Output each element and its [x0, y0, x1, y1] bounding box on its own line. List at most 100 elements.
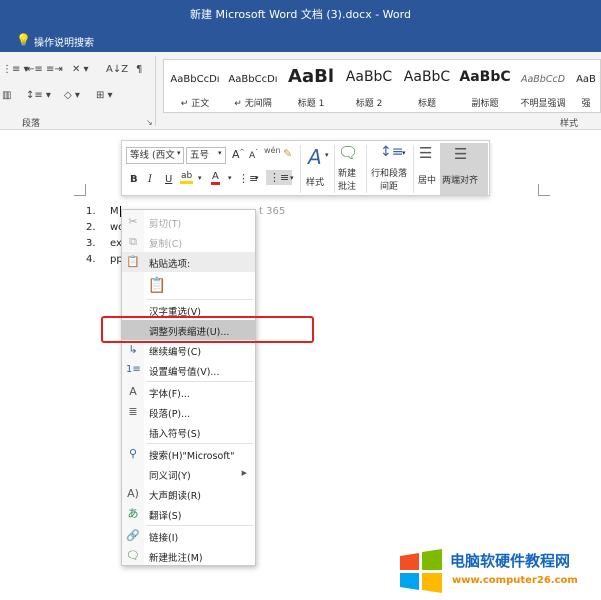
style-name: ↵ 无间隔	[234, 99, 272, 109]
list-number: 4.	[86, 254, 96, 265]
comment-icon: 🗨	[126, 549, 140, 562]
menu-item-synonyms[interactable]: 同义词(Y) ▶	[122, 464, 255, 484]
lightbulb-icon: 💡	[16, 33, 31, 47]
menu-item-insert-symbol[interactable]: 插入符号(S)	[122, 422, 255, 442]
grow-font-icon[interactable]: A^	[232, 148, 245, 161]
styles-group-label: 样式	[560, 119, 579, 129]
list-item[interactable]: 1.M​	[86, 206, 121, 222]
menu-item-continue-numbering[interactable]: ↳ 继续编号(C)	[122, 340, 255, 360]
menu-item-cut[interactable]: ✂ 剪切(T)	[122, 212, 255, 232]
center-align-icon[interactable]: ☰	[419, 144, 432, 162]
menu-item-paragraph[interactable]: ≣ 段落(P)...	[122, 402, 255, 422]
title-bar: 新建 Microsoft Word 文档 (3).docx - Word	[0, 0, 601, 30]
list-text: M	[110, 206, 119, 217]
menu-item-read-aloud[interactable]: A) 大声朗读(R)	[122, 484, 255, 504]
chevron-down-icon[interactable]: ▾	[290, 174, 294, 182]
menu-item-label: 插入符号(S)	[149, 429, 201, 440]
font-name-select[interactable]: 等线 (西文	[126, 147, 184, 164]
line-spacing-icon[interactable]: ↕≡ ▾	[26, 90, 51, 101]
styles-button-label[interactable]: 样式	[306, 175, 324, 188]
style-name: 标题 2	[355, 99, 383, 109]
italic-button[interactable]: I	[148, 174, 152, 185]
menu-item-label: 段落(P)...	[149, 409, 191, 420]
menu-item-translate[interactable]: あ 翻译(S)	[122, 504, 255, 524]
justify-button[interactable]: ☰ 两端对齐	[440, 143, 488, 195]
chevron-down-icon[interactable]: ▾	[402, 149, 406, 157]
list-item[interactable]: 4. pp	[86, 254, 123, 270]
line-spacing-label[interactable]: 间距	[380, 179, 398, 192]
clipboard-icon: 📋	[126, 255, 140, 268]
increase-indent-icon[interactable]: ≡⇥	[46, 64, 63, 75]
new-comment-label[interactable]: 新建	[338, 166, 356, 179]
menu-item-label: 设置编号值(V)...	[149, 367, 220, 378]
font-color-button[interactable]: A	[211, 171, 220, 185]
show-marks-icon[interactable]: ¶	[136, 64, 142, 75]
menu-item-label: 继续编号(C)	[149, 347, 202, 358]
style-no-spacing[interactable]: AaBbCcDı ↵ 无间隔	[224, 60, 282, 112]
window-title: 新建 Microsoft Word 文档 (3).docx - Word	[190, 8, 411, 21]
style-normal[interactable]: AaBbCcDı ↵ 正文	[166, 60, 224, 112]
shading-icon[interactable]: ◇ ▾	[64, 90, 80, 101]
style-heading-2[interactable]: AaBbC 标题 2	[340, 60, 398, 112]
ribbon-separator	[155, 56, 156, 126]
menu-item-new-comment[interactable]: 🗨 新建批注(M)	[122, 546, 255, 566]
style-sample: AaBl	[288, 66, 334, 87]
menu-item-label: 同义词(Y)	[149, 471, 191, 482]
style-name: 标题 1	[297, 99, 325, 109]
phonetic-guide-icon[interactable]: wén	[264, 146, 281, 155]
menu-item-search[interactable]: ⚲ 搜索(H)"Microsoft"	[122, 444, 255, 464]
chevron-down-icon[interactable]: ▾	[228, 174, 232, 182]
submenu-arrow-icon: ▶	[241, 469, 247, 477]
watermark: 电脑软硬件教程网 www.computer26.com	[398, 548, 598, 594]
paragraph-dialog-launcher-icon[interactable]: ↘	[146, 118, 153, 127]
paragraph-group-label: 段落	[22, 119, 41, 129]
new-comment-label[interactable]: 批注	[338, 179, 356, 192]
menu-item-link[interactable]: 🔗 链接(I)	[122, 526, 255, 546]
chevron-down-icon[interactable]: ▾	[325, 151, 329, 159]
style-subtle-emphasis[interactable]: AaBbCcD 不明显强调	[514, 60, 572, 112]
mini-toolbar: 等线 (西文 ▾ 五号 ▾ A^ Aˇ wén ✎ B I U ab ▾ A ▾…	[121, 140, 490, 196]
menu-item-copy[interactable]: ⧉ 复制(C)	[122, 232, 255, 252]
style-heading-1[interactable]: AaBl 标题 1	[282, 60, 340, 112]
numbering-icon[interactable]: ⋮≡	[266, 170, 293, 185]
shrink-font-icon[interactable]: Aˇ	[249, 149, 258, 161]
search-icon: ⚲	[128, 447, 138, 460]
highlight-button[interactable]: ab	[180, 171, 194, 184]
chevron-down-icon[interactable]: ▾	[177, 149, 181, 157]
menu-item-label: 复制(C)	[149, 239, 183, 250]
menu-item-label: 新建批注(M)	[149, 553, 203, 564]
list-item[interactable]: 2. wo	[86, 222, 124, 238]
decrease-indent-icon[interactable]: ⇤≡	[26, 64, 43, 75]
center-align-label[interactable]: 居中	[418, 173, 436, 186]
menu-item-set-numbering-value[interactable]: 1≡ 设置编号值(V)...	[122, 360, 255, 380]
underline-button[interactable]: U	[165, 174, 172, 185]
bold-button[interactable]: B	[130, 174, 138, 185]
toolbar-separator	[413, 145, 414, 193]
distributed-align-icon[interactable]: ▥	[2, 90, 11, 101]
sort-icon[interactable]: A↓Z	[106, 64, 128, 75]
menu-header-paste-options: 📋 粘贴选项:	[122, 252, 255, 272]
new-comment-icon[interactable]: 🗨	[338, 143, 358, 162]
ribbon: ⋮≡ ▾ ⇤≡ ≡⇥ ✕ ▾ A↓Z ¶ ▥ ↕≡ ▾ ◇ ▾ ⊞ ▾ 段落 ↘…	[0, 52, 601, 130]
style-strong[interactable]: AaB 强	[572, 60, 600, 112]
chevron-down-icon[interactable]: ▾	[198, 174, 202, 182]
style-sample: AaBbC	[459, 69, 511, 85]
list-numbering-icon[interactable]: ⋮≡ ▾	[2, 64, 29, 75]
style-title[interactable]: AaBbC 标题	[398, 60, 456, 112]
copy-icon: ⧉	[129, 235, 137, 248]
styles-icon[interactable]: A	[308, 145, 322, 169]
menu-item-label: 大声朗读(R)	[149, 491, 202, 502]
line-spacing-label[interactable]: 行和段落	[371, 166, 407, 179]
chinese-layout-icon[interactable]: ✕ ▾	[72, 64, 89, 75]
borders-icon[interactable]: ⊞ ▾	[96, 90, 113, 101]
line-spacing-icon[interactable]: ↕≡	[380, 144, 403, 160]
tell-me-search[interactable]: 操作说明搜索	[34, 34, 94, 49]
menu-item-font[interactable]: A 字体(F)...	[122, 382, 255, 402]
format-painter-icon[interactable]: ✎	[283, 147, 292, 160]
chevron-down-icon[interactable]: ▾	[218, 149, 222, 157]
style-subtitle[interactable]: AaBbC 副标题	[456, 60, 514, 112]
menu-item-label: 字体(F)...	[149, 389, 190, 400]
chevron-down-icon[interactable]: ▾	[255, 174, 259, 182]
list-item[interactable]: 3. ex	[86, 238, 122, 254]
paste-keep-text-icon[interactable]: 📋	[146, 274, 168, 296]
